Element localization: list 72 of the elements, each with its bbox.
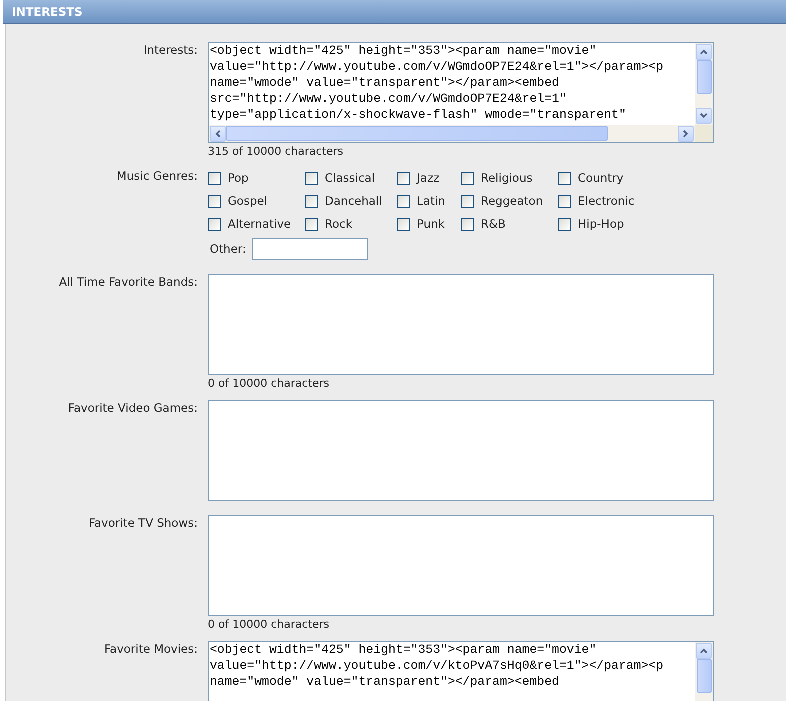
scroll-right-button[interactable] xyxy=(678,126,694,142)
text-area-field[interactable] xyxy=(208,274,714,375)
character-counter: 315 of 10000 characters xyxy=(208,145,344,158)
code-line: <object width="425" height="353"><param name="movie" xyxy=(210,43,598,59)
code-line: <object width="425" height="353"><param name="movie" xyxy=(210,642,598,658)
checkbox-label: Hip-Hop xyxy=(578,217,624,231)
checkbox[interactable] xyxy=(558,218,571,230)
chevron-down-icon xyxy=(700,113,708,119)
checkbox-label: Gospel xyxy=(228,194,268,208)
scroll-down-button[interactable] xyxy=(696,108,712,124)
checkbox-label: Rock xyxy=(325,217,352,231)
other-label: Other: xyxy=(210,242,246,256)
checkbox[interactable] xyxy=(558,172,571,184)
text-area-field[interactable] xyxy=(208,400,714,501)
text-area-field[interactable] xyxy=(208,42,714,143)
vertical-scrollbar[interactable] xyxy=(695,43,713,125)
checkbox-label: Religious xyxy=(481,171,533,185)
text-area-field[interactable] xyxy=(208,515,714,616)
horizontal-scrollbar[interactable] xyxy=(209,125,695,142)
code-line: value="http://www.youtube.com/v/WGmdoOP7E24&rel=1"></param><p xyxy=(210,59,665,75)
field-label: All Time Favorite Bands: xyxy=(58,274,198,291)
code-line: value="http://www.youtube.com/v/ktoPvA7sHq0&rel=1"></param><p xyxy=(210,658,665,674)
section-header: INTERESTS xyxy=(3,0,786,24)
chevron-up-icon xyxy=(700,49,708,55)
checkbox-label: Punk xyxy=(417,217,445,231)
field-label: Favorite Video Games: xyxy=(67,400,198,417)
checkbox[interactable] xyxy=(305,172,318,184)
checkbox[interactable] xyxy=(397,218,410,230)
checkbox-label: Reggeaton xyxy=(481,194,544,208)
checkbox[interactable] xyxy=(208,218,221,230)
checkbox[interactable] xyxy=(397,194,410,208)
checkbox[interactable] xyxy=(461,172,474,184)
scroll-left-button[interactable] xyxy=(210,126,226,142)
checkbox[interactable] xyxy=(305,194,318,208)
field-label: Music Genres: xyxy=(116,168,198,185)
chevron-right-icon xyxy=(683,130,689,138)
checkbox[interactable] xyxy=(461,218,474,230)
checkbox-label: Electronic xyxy=(578,194,635,208)
field-label: Favorite Movies: xyxy=(103,641,198,658)
field-label: Interests: xyxy=(142,42,198,59)
scrollbar-thumb[interactable] xyxy=(696,659,712,693)
scroll-up-button[interactable] xyxy=(696,44,712,60)
checkbox[interactable] xyxy=(397,172,410,184)
checkbox-label: Classical xyxy=(325,171,376,185)
character-counter: 0 of 10000 characters xyxy=(208,377,330,390)
checkbox-label: Jazz xyxy=(417,171,440,185)
checkbox[interactable] xyxy=(558,194,571,208)
scrollbar-thumb[interactable] xyxy=(696,60,712,94)
checkbox-label: Alternative xyxy=(228,217,292,231)
code-line: name="wmode" value="transparent"></param><embed xyxy=(210,674,560,690)
scroll-up-button[interactable] xyxy=(696,643,712,659)
checkbox[interactable] xyxy=(305,218,318,230)
checkbox-label: Dancehall xyxy=(325,194,382,208)
checkbox[interactable] xyxy=(461,194,474,208)
vertical-scrollbar[interactable] xyxy=(695,642,713,701)
scrollbar-thumb[interactable] xyxy=(226,126,608,141)
checkbox[interactable] xyxy=(208,194,221,208)
checkbox-label: Latin xyxy=(417,194,446,208)
checkbox-label: Country xyxy=(578,171,624,185)
chevron-left-icon xyxy=(215,130,221,138)
code-line: type="application/x-shockwave-flash" wmode="transparent" xyxy=(210,107,628,123)
checkbox[interactable] xyxy=(208,172,221,184)
character-counter: 0 of 10000 characters xyxy=(208,618,330,631)
scrollbar-corner xyxy=(695,125,713,142)
code-line: src="http://www.youtube.com/v/WGmdoOP7E24&rel=1" xyxy=(210,91,568,107)
text-area-field[interactable]: <object width="425" height="353"><param name="movie" value="http://www.youtube.com/v/ktoPvA7sHq0&rel=1"></param><p name="wmode" value="transparent"></param><embed xyxy=(208,641,714,701)
code-line: name="wmode" value="transparent"></param><embed xyxy=(210,75,560,91)
checkbox-label: Pop xyxy=(228,171,249,185)
field-label: Favorite TV Shows: xyxy=(88,515,198,532)
other-input-field[interactable] xyxy=(252,238,368,260)
checkbox-label: R&B xyxy=(481,217,506,231)
chevron-up-icon xyxy=(700,648,708,654)
